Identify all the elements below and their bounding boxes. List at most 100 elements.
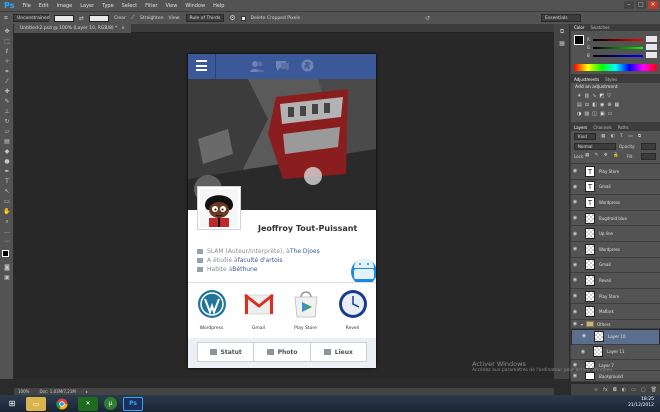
link-icon[interactable]: ∞ bbox=[594, 387, 598, 393]
info-work-link[interactable]: The Djoes bbox=[290, 248, 320, 255]
zoom-tool-icon[interactable]: ⌕ bbox=[3, 218, 11, 226]
black-white-icon[interactable]: ◧ bbox=[592, 102, 597, 108]
layer-row[interactable]: ◉ Up line bbox=[571, 226, 660, 242]
height-field[interactable] bbox=[88, 14, 109, 22]
minimize-icon[interactable]: – bbox=[624, 1, 634, 9]
close-icon[interactable]: × bbox=[648, 1, 658, 9]
gear-icon[interactable]: ⚙ bbox=[229, 14, 235, 22]
tab-paths[interactable]: Paths bbox=[618, 124, 629, 131]
type-tool-icon[interactable]: T bbox=[3, 178, 11, 186]
opacity-field[interactable] bbox=[641, 143, 656, 150]
menu-window[interactable]: Window bbox=[185, 3, 205, 9]
blue-value[interactable] bbox=[646, 52, 657, 58]
mask-icon[interactable]: ◘ bbox=[613, 387, 617, 393]
visibility-eye-icon[interactable]: ◉ bbox=[571, 215, 579, 221]
layer-row[interactable]: ◉ Play Store bbox=[571, 288, 660, 305]
quick-mask-icon[interactable]: ◙ bbox=[3, 264, 11, 272]
color-balance-icon[interactable]: ⚖ bbox=[585, 102, 589, 108]
brightness-icon[interactable]: ☀ bbox=[577, 93, 581, 99]
gradient-map-icon[interactable]: ▭ bbox=[608, 111, 613, 117]
menu-icon[interactable] bbox=[196, 60, 207, 71]
info-education-link[interactable]: faculté d'artois bbox=[238, 257, 283, 264]
tab-styles[interactable]: Styles bbox=[605, 76, 617, 83]
color-spectrum[interactable] bbox=[574, 64, 657, 71]
eraser-icon[interactable]: ▱ bbox=[3, 128, 11, 136]
overlay-select[interactable]: Rule of Thirds bbox=[185, 14, 225, 22]
visibility-eye-icon[interactable]: ◉ bbox=[571, 373, 579, 379]
trash-icon[interactable]: 🗑 bbox=[651, 387, 657, 393]
green-value[interactable] bbox=[646, 44, 657, 50]
xbox-app-icon[interactable]: ✕ bbox=[78, 396, 98, 411]
move-tool-icon[interactable]: ✥ bbox=[3, 28, 11, 36]
exposure-icon[interactable]: ◩ bbox=[599, 93, 604, 99]
profile-name[interactable]: Jeoffroy Tout-Puissant bbox=[258, 224, 357, 233]
layer-group-row[interactable]: ◉ ▾ Others bbox=[571, 320, 660, 329]
fx-icon[interactable]: fx bbox=[603, 387, 608, 393]
layer-row[interactable]: ◉ T Wordpress bbox=[571, 195, 660, 211]
new-layer-icon[interactable]: ▢ bbox=[641, 387, 646, 393]
tab-adjustments[interactable]: Adjustments bbox=[574, 76, 599, 83]
marquee-tool-icon[interactable]: ⬚ bbox=[3, 38, 11, 46]
menu-select[interactable]: Select bbox=[122, 3, 137, 9]
clear-button[interactable]: Clear bbox=[114, 16, 126, 21]
vibrance-icon[interactable]: ▽ bbox=[607, 93, 611, 99]
messages-icon[interactable] bbox=[275, 60, 289, 72]
properties-icon[interactable]: ▦ bbox=[558, 40, 566, 48]
green-slider[interactable] bbox=[593, 47, 643, 49]
layer-row[interactable]: ◉ Maflark bbox=[571, 304, 660, 320]
menu-filter[interactable]: Filter bbox=[145, 3, 157, 9]
utorrent-icon[interactable]: µ bbox=[104, 397, 117, 410]
layer-row[interactable]: ◉ T Play Store bbox=[571, 164, 660, 180]
layer-row[interactable]: ◉ Layer 11 bbox=[571, 344, 660, 361]
lasso-tool-icon[interactable]: ℓ bbox=[3, 48, 11, 56]
width-field[interactable] bbox=[53, 14, 74, 22]
visibility-eye-icon[interactable]: ◉ bbox=[571, 231, 579, 237]
visibility-eye-icon[interactable]: ◉ bbox=[571, 199, 579, 205]
friends-icon[interactable] bbox=[250, 60, 264, 72]
app-wordpress[interactable]: Wordpress bbox=[193, 289, 231, 338]
red-value[interactable] bbox=[646, 36, 657, 42]
channel-mixer-icon[interactable]: ⊕ bbox=[607, 102, 611, 108]
layer-row-selected[interactable]: ◉ Layer 10 bbox=[571, 329, 660, 345]
layer-filter-select[interactable]: Kind bbox=[574, 133, 596, 140]
visibility-eye-icon[interactable]: ◉ bbox=[579, 349, 587, 355]
crop-ratio-select[interactable]: Unconstrained bbox=[12, 14, 50, 22]
tab-swatches[interactable]: Swatches bbox=[590, 24, 609, 31]
photo-filter-icon[interactable]: ◉ bbox=[600, 102, 604, 108]
magic-wand-icon[interactable]: ✧ bbox=[3, 58, 11, 66]
edit-toolbar-icon[interactable]: ⋯ bbox=[3, 238, 11, 246]
history-brush-icon[interactable]: ↻ bbox=[3, 118, 11, 126]
menu-type[interactable]: Type bbox=[102, 3, 113, 9]
threshold-icon[interactable]: ◫ bbox=[592, 111, 597, 117]
reset-icon[interactable]: ↺ bbox=[425, 15, 430, 22]
blur-icon[interactable]: ◆ bbox=[3, 148, 11, 156]
more-tools-icon[interactable]: … bbox=[3, 228, 11, 236]
fill-field[interactable] bbox=[641, 153, 656, 160]
visibility-eye-icon[interactable]: ◉ bbox=[571, 309, 579, 315]
delete-cropped-checkbox[interactable] bbox=[240, 15, 246, 21]
document-tab[interactable]: Untitled-2.psd @ 100% (Layer 10, RGB/8) … bbox=[14, 24, 132, 33]
blue-slider[interactable] bbox=[593, 55, 643, 57]
eyedropper-icon[interactable]: ⁄ bbox=[3, 78, 11, 86]
invert-icon[interactable]: ◑ bbox=[577, 111, 581, 117]
clone-stamp-icon[interactable]: ⊥ bbox=[3, 108, 11, 116]
brush-tool-icon[interactable]: ✎ bbox=[3, 98, 11, 106]
visibility-eye-icon[interactable]: ◉ bbox=[571, 184, 579, 190]
zoom-level[interactable]: 100% bbox=[18, 388, 29, 395]
history-icon[interactable]: ⧉ bbox=[558, 28, 566, 36]
status-arrow-icon[interactable]: ▸ bbox=[86, 388, 88, 395]
swap-icon[interactable]: ⇄ bbox=[79, 15, 84, 22]
tab-color[interactable]: Color bbox=[574, 24, 584, 31]
photo-button[interactable]: Photo bbox=[254, 343, 311, 361]
color-lookup-icon[interactable]: ▦ bbox=[615, 102, 620, 108]
system-clock[interactable]: 18:25 21/12/2012 bbox=[628, 397, 654, 409]
photoshop-taskbar-icon[interactable]: Ps bbox=[123, 396, 143, 411]
selective-color-icon[interactable]: ▣ bbox=[600, 111, 605, 117]
layer-row[interactable]: ◉ Bugdroid blue bbox=[571, 210, 660, 227]
menu-image[interactable]: Image bbox=[57, 3, 73, 9]
group-expand-icon[interactable]: ▾ bbox=[581, 322, 583, 327]
fg-bg-swatch[interactable] bbox=[574, 35, 584, 45]
menu-view[interactable]: View bbox=[165, 3, 177, 9]
crop-tool-icon[interactable]: ⌗ bbox=[3, 68, 11, 76]
foreground-color[interactable] bbox=[2, 250, 9, 257]
